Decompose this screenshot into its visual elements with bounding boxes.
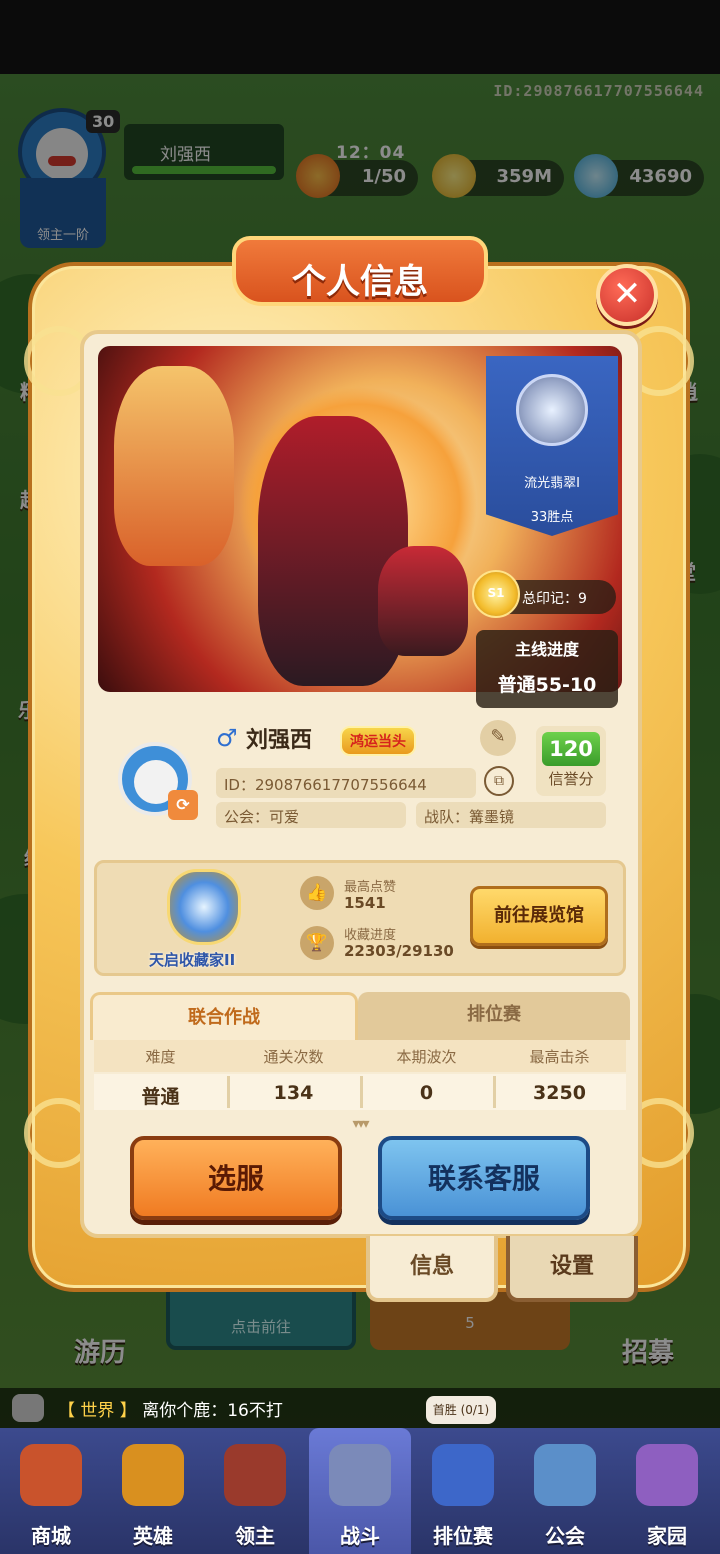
cell-clears: 134 [273,1082,314,1104]
first-win-bubble: 首胜 (0/1) [426,1396,496,1424]
nav-label: 商城 [31,1524,71,1548]
chat-channel: 【 世界 】 [58,1401,137,1421]
male-icon: ♂ [216,724,238,752]
likes-label: 最高点赞 [344,880,397,895]
stats-tabs: 联合作战 排位赛 [90,992,630,1040]
nav-label: 领主 [235,1524,275,1548]
col-header: 通关次数 [263,1048,324,1066]
battle-icon [329,1444,391,1506]
select-server-button[interactable]: 选服 [130,1136,342,1220]
shop-icon [20,1444,82,1506]
nav-lord[interactable]: 领主 [204,1428,306,1554]
col-header: 难度 [145,1048,176,1066]
cell-kills: 3250 [533,1082,586,1104]
collector-medal-icon [167,869,241,945]
nav-label: 英雄 [133,1524,173,1548]
monkey-king-figure [114,366,234,566]
hero-card-icon [122,1444,184,1506]
nav-ranked[interactable]: 排位赛 [412,1428,514,1554]
ranked-shield-icon [432,1444,494,1506]
gallery-button[interactable]: 前往展览馆 [470,886,608,946]
nav-battle[interactable]: 战斗 [309,1428,411,1554]
nav-guild[interactable]: 公会 [514,1428,616,1554]
collector-title: 天启收藏家II [149,951,236,969]
cell-difficulty: 普通 [141,1086,180,1108]
feather-icon[interactable]: ✎ [480,720,516,756]
main-progress-value: 普通55-10 [497,674,597,696]
guild-icon [534,1444,596,1506]
season-badge-text: S1 [487,586,505,600]
nav-label: 公会 [545,1524,585,1548]
reputation-box[interactable]: 120 信誉分 [536,726,606,796]
main-progress: 主线进度 普通55-10 [476,630,618,708]
copy-id-icon[interactable]: ⧉ [484,766,514,796]
modal-title-banner: 个人信息 [222,216,498,316]
collection-progress-value: 22303/29130 [344,942,454,960]
tab-settings[interactable]: 设置 [506,1236,638,1302]
home-icon [636,1444,698,1506]
title-badge[interactable]: 鸿运当头 [340,726,416,756]
profile-avatar[interactable]: ⟳ [118,742,198,820]
season-badge-icon: S1 [472,570,520,618]
total-seals-text: 总印记：9 [522,591,587,607]
tab-ranked[interactable]: 排位赛 [358,992,630,1040]
col-header: 最高击杀 [529,1048,590,1066]
nav-home[interactable]: 家园 [616,1428,718,1554]
nav-shop[interactable]: 商城 [0,1428,102,1554]
nav-heroes[interactable]: 英雄 [102,1428,204,1554]
nav-label: 家园 [647,1524,687,1548]
close-button[interactable]: ✕ [596,264,658,326]
reputation-value: 120 [542,732,600,766]
world-chat-bar[interactable]: 【 世界 】 离你个鹿：16不打 [0,1388,720,1428]
collection-progress-label: 收藏进度 [344,928,397,943]
guild-field[interactable]: 公会：可爱 [216,802,406,828]
chat-bubble-icon [12,1394,44,1422]
mini-vampire-figure [378,546,468,656]
table-row: 普通 134 0 3250 [94,1074,626,1110]
total-seals[interactable]: S1 总印记：9 [472,570,616,618]
tab-co-op[interactable]: 联合作战 [90,992,358,1040]
profile-id: ID：290876617707556644 [216,768,476,798]
reputation-label: 信誉分 [548,770,594,788]
col-header: 本期波次 [396,1048,457,1066]
thumbs-up-icon: 👍 [300,876,334,910]
trophy-icon: 🏆 [300,926,334,960]
scroll-down-icon[interactable]: ▾▾▾ [330,1116,390,1132]
chat-message: 离你个鹿：16不打 [142,1401,283,1421]
emerald-rank-icon [516,374,588,446]
rank-flag[interactable]: 流光翡翠I 33胜点 [486,356,618,536]
change-avatar-icon[interactable]: ⟳ [168,790,198,820]
tab-info[interactable]: 信息 [366,1236,498,1302]
likes-value: 1541 [344,894,386,912]
contact-support-button[interactable]: 联系客服 [378,1136,590,1220]
profile-name: 刘强西 [246,728,313,753]
nav-label: 战斗 [340,1524,380,1548]
lord-icon [224,1444,286,1506]
table-header: 难度 通关次数 本期波次 最高击杀 [94,1040,626,1072]
cell-waves: 0 [419,1082,434,1104]
modal-title: 个人信息 [292,262,428,302]
close-icon: ✕ [612,274,642,314]
bottom-nav: 商城 英雄 领主 战斗 排位赛 公会 家园 [0,1428,720,1554]
nav-label: 排位赛 [433,1524,493,1548]
rank-tier: 流光翡翠I [524,476,580,491]
main-progress-label: 主线进度 [514,640,579,659]
team-field[interactable]: 战队：篝墨镜 [416,802,606,828]
